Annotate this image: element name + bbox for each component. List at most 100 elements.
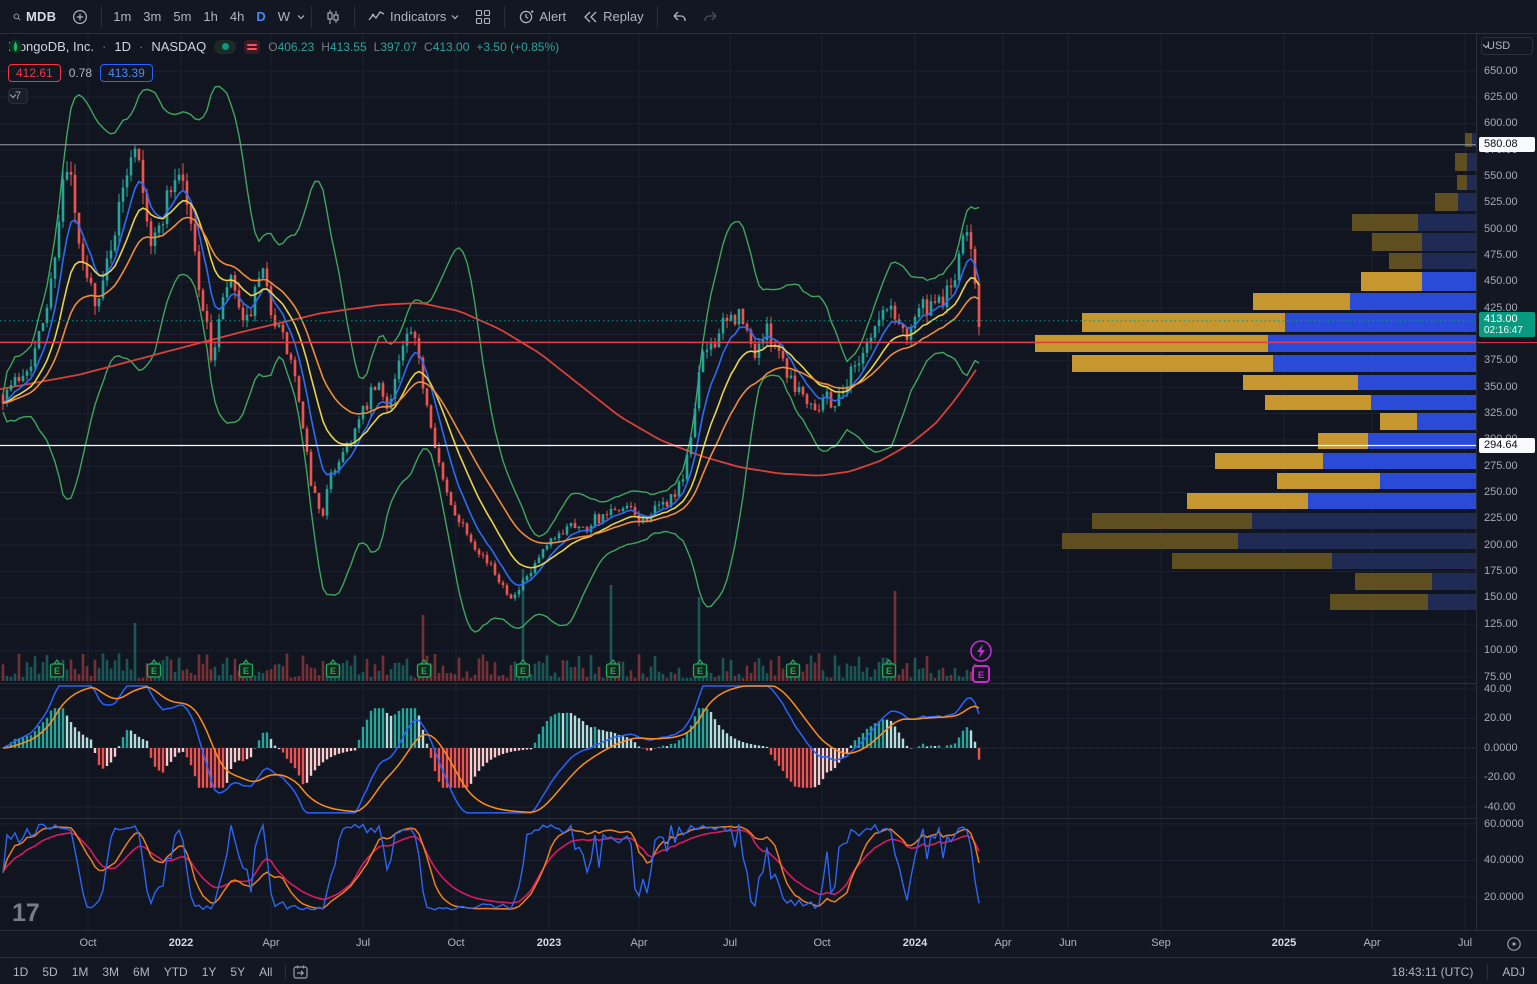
macd-tick: 20.00 bbox=[1484, 712, 1512, 724]
chart-style-button[interactable] bbox=[318, 5, 348, 29]
go-to-date-icon[interactable] bbox=[292, 964, 311, 980]
interval-button-3m[interactable]: 3m bbox=[138, 5, 166, 28]
svg-text:E: E bbox=[243, 666, 249, 676]
macd-tick: -40.00 bbox=[1484, 800, 1516, 813]
undo-button[interactable] bbox=[664, 6, 694, 28]
price-tick: 550.00 bbox=[1484, 169, 1518, 182]
chevron-down-icon bbox=[9, 94, 17, 99]
earnings-marker[interactable]: E bbox=[881, 659, 897, 678]
osc-tick: 40.0000 bbox=[1484, 854, 1524, 866]
time-axis[interactable]: Oct 2022 Apr Jul Oct 2023 Apr Jul Oct 2024 Apr Jun S… bbox=[0, 930, 1537, 958]
svg-text:E: E bbox=[421, 666, 427, 676]
macd-tick: -20.00 bbox=[1484, 771, 1516, 783]
interval-button-1d-active[interactable]: D bbox=[251, 5, 270, 28]
price-tick: 625.00 bbox=[1484, 90, 1518, 103]
time-label-year: 2025 bbox=[1271, 937, 1297, 949]
price-tick: 450.00 bbox=[1484, 275, 1518, 288]
earnings-marker[interactable]: E bbox=[785, 659, 801, 678]
earnings-marker[interactable]: E bbox=[416, 659, 432, 678]
chart-area[interactable]: E E E E E E E E E E E 17 MongoDB, Inc. ·… bbox=[0, 33, 1537, 930]
pane-separator[interactable] bbox=[0, 818, 1537, 819]
indicator-collapse-button[interactable]: 7 bbox=[8, 88, 29, 104]
interval-button-1h[interactable]: 1h bbox=[198, 5, 222, 28]
tradingview-logo[interactable]: 17 bbox=[12, 899, 40, 927]
price-tick: 150.00 bbox=[1484, 591, 1518, 604]
earnings-marker[interactable]: E bbox=[238, 659, 254, 678]
alert-clock-icon bbox=[520, 9, 534, 23]
grid-layout-icon bbox=[476, 9, 491, 24]
adjusted-data-toggle[interactable]: ADJ bbox=[1494, 965, 1537, 979]
svg-text:E: E bbox=[610, 666, 616, 676]
range-button-5d[interactable]: 5D bbox=[35, 962, 64, 982]
replay-button[interactable]: Replay bbox=[575, 5, 650, 28]
bollinger-lower-band bbox=[2, 273, 980, 633]
time-label-month: Oct bbox=[447, 937, 465, 949]
range-button-1m[interactable]: 1M bbox=[65, 962, 96, 982]
mongodb-logo-icon bbox=[8, 39, 23, 54]
earnings-marker[interactable]: E bbox=[49, 659, 65, 678]
ma-slow-line bbox=[2, 216, 980, 545]
last-price-label: 413.00 02:16:47 bbox=[1479, 312, 1535, 337]
symbol-exchange[interactable]: NASDAQ bbox=[151, 39, 206, 54]
price-tick: 500.00 bbox=[1484, 222, 1518, 235]
scroll-to-recent-icon[interactable] bbox=[1505, 935, 1523, 953]
currency-label: USD bbox=[1487, 40, 1511, 52]
candlestick-icon bbox=[327, 9, 339, 24]
buy-price-box[interactable]: 413.39 bbox=[100, 64, 153, 82]
price-tick: 225.00 bbox=[1484, 512, 1518, 525]
earnings-marker[interactable]: E bbox=[692, 659, 708, 678]
indicator-templates-button[interactable] bbox=[468, 5, 498, 29]
svg-text:E: E bbox=[151, 666, 157, 676]
change-value: +3.50 (+0.85%) bbox=[476, 39, 560, 54]
price-tick: 375.00 bbox=[1484, 354, 1518, 367]
notifications-badge[interactable] bbox=[244, 39, 261, 54]
price-tick: 275.00 bbox=[1484, 459, 1518, 472]
main-price-pane[interactable]: E E E E E E E E E E E bbox=[0, 33, 1476, 683]
interval-button-1w[interactable]: W bbox=[273, 5, 295, 28]
price-tick: 525.00 bbox=[1484, 196, 1518, 209]
range-button-1d[interactable]: 1D bbox=[6, 962, 35, 982]
market-status-badge[interactable] bbox=[214, 39, 237, 54]
redo-button[interactable] bbox=[696, 6, 726, 28]
interval-button-1m[interactable]: 1m bbox=[108, 5, 136, 28]
time-label-month: Jul bbox=[1457, 937, 1473, 949]
sell-price-box[interactable]: 412.61 bbox=[8, 64, 61, 82]
time-label-month: Apr bbox=[994, 937, 1012, 949]
macd-pane[interactable] bbox=[0, 683, 1476, 818]
range-button-3m[interactable]: 3M bbox=[95, 962, 126, 982]
pane-separator[interactable] bbox=[0, 683, 1537, 684]
range-button-5y[interactable]: 5Y bbox=[223, 962, 252, 982]
server-clock[interactable]: 18:43:11 (UTC) bbox=[1384, 965, 1482, 979]
oscillator-pane[interactable]: 17 bbox=[0, 818, 1476, 930]
symbol-interval[interactable]: 1D bbox=[114, 39, 131, 54]
alert-button[interactable]: Alert bbox=[511, 5, 573, 29]
upcoming-earnings-marker[interactable]: E bbox=[972, 665, 990, 683]
symbol-search-button[interactable]: MDB bbox=[6, 5, 63, 28]
interval-button-5m[interactable]: 5m bbox=[168, 5, 196, 28]
range-button-all[interactable]: All bbox=[252, 962, 279, 982]
svg-text:E: E bbox=[978, 670, 984, 681]
interval-button-4h[interactable]: 4h bbox=[225, 5, 249, 28]
add-symbol-button[interactable] bbox=[65, 5, 95, 29]
range-button-1y[interactable]: 1Y bbox=[195, 962, 224, 982]
time-label-year: 2022 bbox=[168, 937, 194, 949]
price-tick: 650.00 bbox=[1484, 64, 1518, 77]
price-tick: 475.00 bbox=[1484, 248, 1518, 261]
range-button-6m[interactable]: 6M bbox=[126, 962, 157, 982]
symbol-legend[interactable]: MongoDB, Inc. · 1D · NASDAQ O406.23 H413… bbox=[8, 39, 559, 54]
time-label-month: Apr bbox=[1363, 937, 1381, 949]
svg-text:E: E bbox=[520, 666, 526, 676]
currency-dropdown[interactable]: USD bbox=[1481, 37, 1533, 55]
earnings-marker[interactable]: E bbox=[605, 659, 621, 678]
plus-circle-icon bbox=[73, 9, 88, 24]
earnings-marker[interactable]: E bbox=[325, 659, 341, 678]
ohlc-values: O406.23 H413.55 L397.07 C413.00 +3.50 (+… bbox=[268, 39, 560, 54]
indicators-button[interactable]: Indicators bbox=[361, 5, 466, 28]
chevron-down-icon bbox=[451, 14, 459, 19]
ma-fast-line bbox=[2, 180, 980, 587]
earnings-marker[interactable]: E bbox=[515, 659, 531, 678]
range-button-ytd[interactable]: YTD bbox=[157, 962, 195, 982]
chevron-down-icon[interactable] bbox=[297, 13, 305, 21]
bottom-toolbar: 1D 5D 1M 3M 6M YTD 1Y 5Y All 18:43:11 (U… bbox=[0, 957, 1537, 984]
price-axis[interactable]: USD 650.00625.00600.00575.00550.00525.00… bbox=[1476, 33, 1537, 930]
